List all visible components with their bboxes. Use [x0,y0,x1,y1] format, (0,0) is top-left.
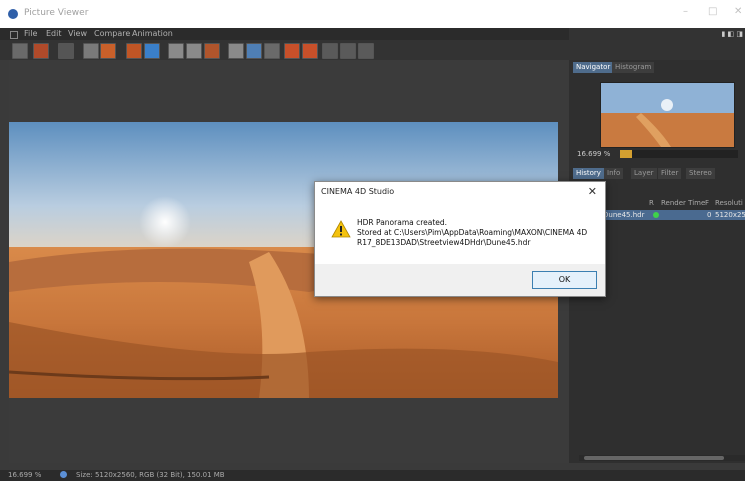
overlay-icon[interactable] [264,43,280,59]
layout-c-icon[interactable] [204,43,220,59]
dialog-message-line1: HDR Panorama created. [357,218,448,227]
grid-icon[interactable] [58,43,74,59]
right-toolbar: ▮ ◧ ◨ [569,28,745,60]
copy-icon[interactable] [126,43,142,59]
warning-icon [331,220,351,240]
minimize-button[interactable]: – [683,6,688,17]
tab-histogram[interactable]: Histogram [612,62,655,73]
message-dialog: CINEMA 4D Studio ✕ HDR Panorama created.… [314,181,606,297]
tab-history[interactable]: History [573,168,604,179]
horizontal-scrollbar[interactable] [579,455,745,461]
layout-a-icon[interactable] [168,43,184,59]
col-f: F [705,199,710,207]
marker-b-icon[interactable] [302,43,318,59]
compare-ab-icon[interactable] [228,43,244,59]
render-icon[interactable] [100,43,116,59]
toolbar [0,40,569,60]
paste-icon[interactable] [144,43,160,59]
col-r: R [649,199,654,207]
zoom-button-icon[interactable] [60,471,67,478]
dialog-message-line3: R17_8DE13DAD\Streetview4DHdr\Dune45.hdr [357,238,531,247]
status-info: Size: 5120x2560, RGB (32 Bit), 150.01 MB [76,471,225,479]
menu-view[interactable]: View [68,29,87,38]
columns-icon[interactable] [340,43,356,59]
tab-navigator[interactable]: Navigator [573,62,614,73]
zoom-slider[interactable] [620,150,738,158]
dialog-title: CINEMA 4D Studio [321,187,395,196]
cinema4d-icon [8,9,18,19]
close-button[interactable]: ✕ [734,6,742,17]
status-zoom: 16.699 % [8,471,42,479]
layout-b-icon[interactable] [186,43,202,59]
tab-layer[interactable]: Layer [631,168,657,179]
tab-filter[interactable]: Filter [658,168,682,179]
marker-a-icon[interactable] [284,43,300,59]
dialog-message-line2: Stored at C:\Users\Pim\AppData\Roaming\M… [357,228,588,237]
save-icon[interactable] [33,43,49,59]
dialog-footer: OK [315,264,605,296]
history-name: Dune45.hdr [603,211,645,219]
menu-edit[interactable]: Edit [46,29,62,38]
col-render-time: Render Time [661,199,706,207]
menu-grip-icon [10,31,18,39]
navigator-thumbnail[interactable] [600,82,735,148]
dialog-close-button[interactable]: ✕ [588,185,597,198]
window-title: Picture Viewer [24,8,89,18]
zoom-slider-fill [620,150,632,158]
ok-button[interactable]: OK [532,271,597,289]
col-resolution: Resoluti [715,199,743,207]
maximize-button[interactable]: □ [708,6,717,17]
scroll-thumb[interactable] [584,456,724,460]
history-render-time: 0 [707,211,712,219]
menu-animation[interactable]: Animation [132,29,173,38]
panel-layout-icon[interactable]: ▮ ◧ ◨ [721,30,743,38]
title-bar: Picture Viewer – □ ✕ [0,0,745,28]
navigator-zoom-text: 16.699 % [577,150,611,158]
swap-icon[interactable] [322,43,338,59]
film-icon[interactable] [83,43,99,59]
open-icon[interactable] [12,43,28,59]
menu-file[interactable]: File [24,29,37,38]
status-bar: 16.699 % Size: 5120x2560, RGB (32 Bit), … [0,470,745,481]
status-dot-icon [653,212,659,218]
fit-icon[interactable] [358,43,374,59]
tab-stereo[interactable]: Stereo [686,168,715,179]
history-resolution: 5120x25 [715,211,745,219]
dialog-message: HDR Panorama created. Stored at C:\Users… [357,218,597,248]
menu-compare[interactable]: Compare [94,29,130,38]
split-view-icon[interactable] [246,43,262,59]
tab-info[interactable]: Info [604,168,624,179]
